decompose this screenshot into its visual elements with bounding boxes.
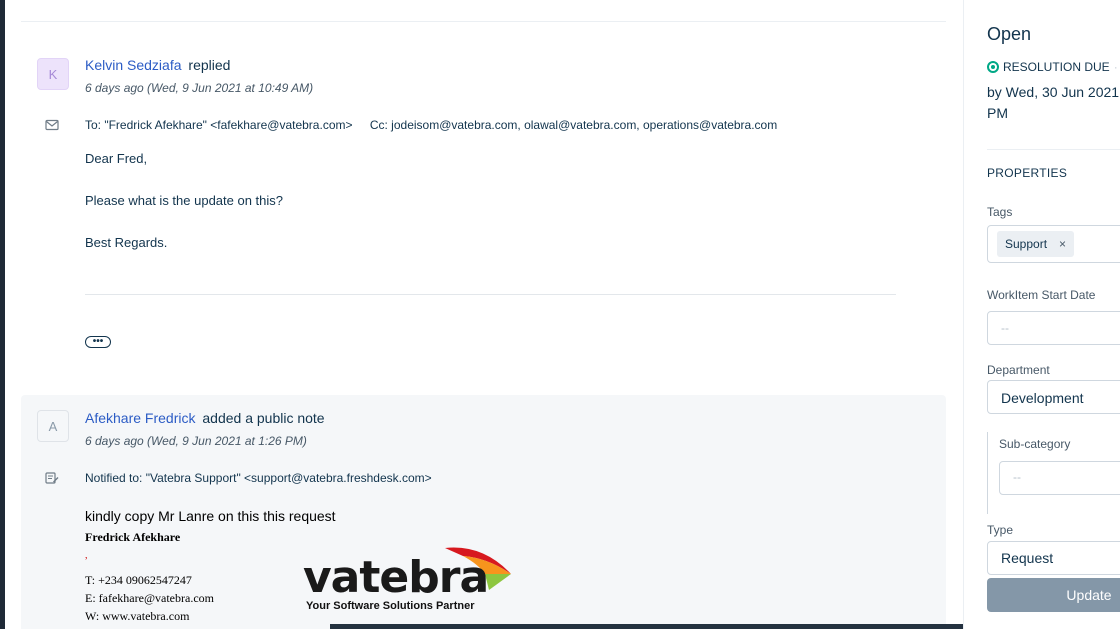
- timestamp: 6 days ago (Wed, 9 Jun 2021 at 1:26 PM): [85, 434, 307, 448]
- cc-field: Cc: jodeisom@vatebra.com, olawal@vatebra…: [369, 118, 778, 132]
- department-label: Department: [987, 363, 1050, 377]
- action-text: added a public note: [202, 410, 325, 426]
- department-select[interactable]: Development: [987, 380, 1120, 414]
- divider: [85, 294, 896, 295]
- separator: ·: [1113, 60, 1118, 74]
- ticket-properties-panel: Open RESOLUTION DUE · Ed by Wed, 30 Jun …: [963, 0, 1120, 629]
- show-quoted-text-button[interactable]: •••: [85, 336, 111, 348]
- to-field: To: "Fredrick Afekhare" <fafekhare@vateb…: [85, 118, 353, 132]
- close-icon[interactable]: ×: [1059, 237, 1066, 251]
- sender-line: Kelvin Sedziafa replied: [85, 57, 230, 73]
- department-value: Development: [1001, 390, 1084, 406]
- signature-web: W: www.vatebra.com: [85, 609, 190, 623]
- conversation-reply: K Kelvin Sedziafa replied 6 days ago (We…: [21, 44, 946, 384]
- recipients: To: "Fredrick Afekhare" <fafekhare@vateb…: [85, 118, 777, 132]
- note-text: kindly copy Mr Lanre on this this reques…: [85, 508, 336, 524]
- resolution-due-row: RESOLUTION DUE · Ed: [987, 60, 1120, 74]
- sub-category-select[interactable]: --: [999, 461, 1120, 495]
- message-line: Please what is the update on this?: [85, 193, 284, 208]
- workitem-start-date-field[interactable]: --: [987, 311, 1120, 345]
- signature-phone: T: +234 09062547247: [85, 573, 192, 587]
- message-line: Best Regards.: [85, 235, 168, 250]
- workitem-start-date-label: WorkItem Start Date: [987, 288, 1096, 302]
- status-dot-icon: [987, 61, 999, 73]
- resolution-due-label: RESOLUTION DUE: [1003, 60, 1110, 74]
- tags-label: Tags: [987, 205, 1013, 219]
- signature-name: Fredrick Afekhare: [85, 530, 181, 544]
- signature-email: E: fafekhare@vatebra.com: [85, 591, 214, 605]
- type-label: Type: [987, 523, 1014, 537]
- sub-category-panel: Sub-category --: [987, 432, 1120, 514]
- sub-category-label: Sub-category: [999, 437, 1071, 451]
- envelope-icon: [45, 119, 59, 131]
- sender-name-link[interactable]: Afekhare Fredrick: [85, 410, 195, 426]
- logo-wordmark: vatebra: [303, 552, 489, 603]
- notified-to: Notified to: "Vatebra Support" <support@…: [85, 471, 432, 485]
- divider: [987, 149, 1120, 150]
- tags-field[interactable]: Support ×: [987, 225, 1120, 263]
- logo-tagline: Your Software Solutions Partner: [306, 600, 475, 612]
- type-select[interactable]: Request: [987, 541, 1120, 575]
- avatar[interactable]: A: [37, 410, 69, 442]
- tag-label: Support: [1005, 237, 1048, 251]
- divider: [21, 21, 946, 22]
- sender-name-link[interactable]: Kelvin Sedziafa: [85, 57, 182, 73]
- conversation-note: A Afekhare Fredrick added a public note …: [21, 395, 946, 629]
- timestamp: 6 days ago (Wed, 9 Jun 2021 at 10:49 AM): [85, 81, 314, 95]
- update-button[interactable]: Update: [987, 578, 1120, 612]
- message-line: Dear Fred,: [85, 151, 148, 166]
- placeholder: --: [1013, 470, 1021, 484]
- ticket-status: Open: [987, 24, 1032, 44]
- note-edit-icon: [45, 472, 59, 484]
- sender-line: Afekhare Fredrick added a public note: [85, 410, 325, 426]
- conversation-panel: K Kelvin Sedziafa replied 6 days ago (We…: [5, 0, 963, 629]
- vatebra-logo: vatebra Your Software Solutions Partner: [303, 544, 513, 616]
- type-value: Request: [1001, 550, 1054, 566]
- tag-chip[interactable]: Support ×: [997, 231, 1075, 257]
- signature-comma: ,: [85, 550, 88, 561]
- due-date-text: by Wed, 30 Jun 2021, PM: [987, 84, 1120, 121]
- properties-heading: PROPERTIES: [987, 166, 1068, 180]
- action-text: replied: [188, 57, 231, 73]
- avatar[interactable]: K: [37, 58, 69, 90]
- placeholder: --: [1001, 321, 1009, 335]
